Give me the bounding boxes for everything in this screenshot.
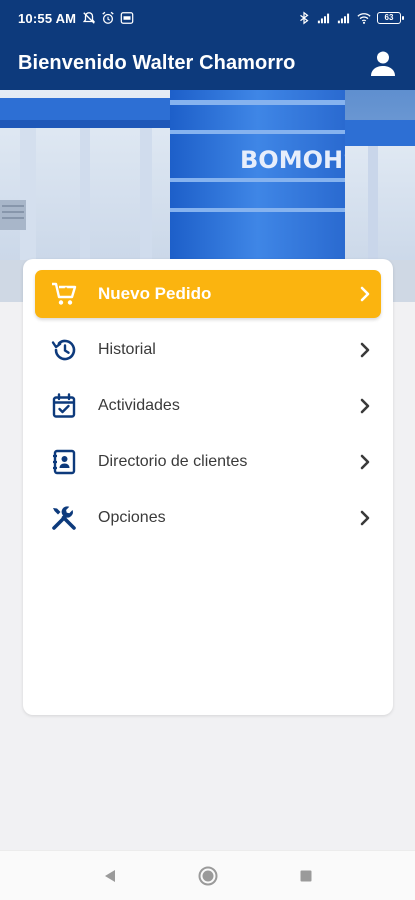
chevron-right-icon xyxy=(357,510,373,526)
status-time: 10:55 AM xyxy=(18,10,77,26)
system-nav-bar xyxy=(0,850,415,900)
contacts-icon xyxy=(49,447,79,477)
calendar-check-icon xyxy=(49,391,79,421)
status-bar: 10:55 AM 63 xyxy=(0,0,415,36)
menu-item-label: Opciones xyxy=(98,509,166,526)
profile-button[interactable] xyxy=(367,47,399,79)
tools-icon xyxy=(49,503,79,533)
home-icon xyxy=(198,866,217,885)
back-icon xyxy=(104,869,115,882)
wifi-icon xyxy=(357,13,371,24)
cart-add-icon xyxy=(49,279,79,309)
notification-icon xyxy=(120,12,134,24)
menu-item-label: Directorio de clientes xyxy=(98,453,248,470)
recents-button[interactable] xyxy=(292,862,320,890)
signal-icon xyxy=(337,13,350,24)
page-title: Bienvenido Walter Chamorro xyxy=(18,51,296,74)
app-screen: 10:55 AM 63 Bienvenido Walter Chamorro B… xyxy=(0,0,415,900)
menu-item-actividades[interactable]: Actividades xyxy=(35,382,381,430)
chevron-right-icon xyxy=(357,286,373,302)
battery-icon: 63 xyxy=(377,12,404,24)
signal-icon xyxy=(317,13,330,24)
alarm-icon xyxy=(102,11,114,24)
menu-item-label: Historial xyxy=(98,341,156,358)
menu-item-label: Nuevo Pedido xyxy=(98,284,212,303)
menu-item-label: Actividades xyxy=(98,397,180,414)
back-button[interactable] xyxy=(96,862,124,890)
chevron-right-icon xyxy=(357,454,373,470)
chevron-right-icon xyxy=(357,342,373,358)
app-bar: Bienvenido Walter Chamorro xyxy=(0,36,415,90)
main-menu: Nuevo Pedido Historial Actividades Direc… xyxy=(23,259,393,715)
history-icon xyxy=(49,335,79,365)
bluetooth-icon xyxy=(300,11,309,25)
menu-item-directorio-de-clientes[interactable]: Directorio de clientes xyxy=(35,438,381,486)
chevron-right-icon xyxy=(357,398,373,414)
home-button[interactable] xyxy=(194,862,222,890)
menu-item-opciones[interactable]: Opciones xyxy=(35,494,381,542)
menu-item-nuevo-pedido[interactable]: Nuevo Pedido xyxy=(35,270,381,318)
recents-icon xyxy=(300,870,311,881)
menu-item-historial[interactable]: Historial xyxy=(35,326,381,374)
person-icon xyxy=(371,51,395,76)
mute-icon xyxy=(83,12,96,24)
